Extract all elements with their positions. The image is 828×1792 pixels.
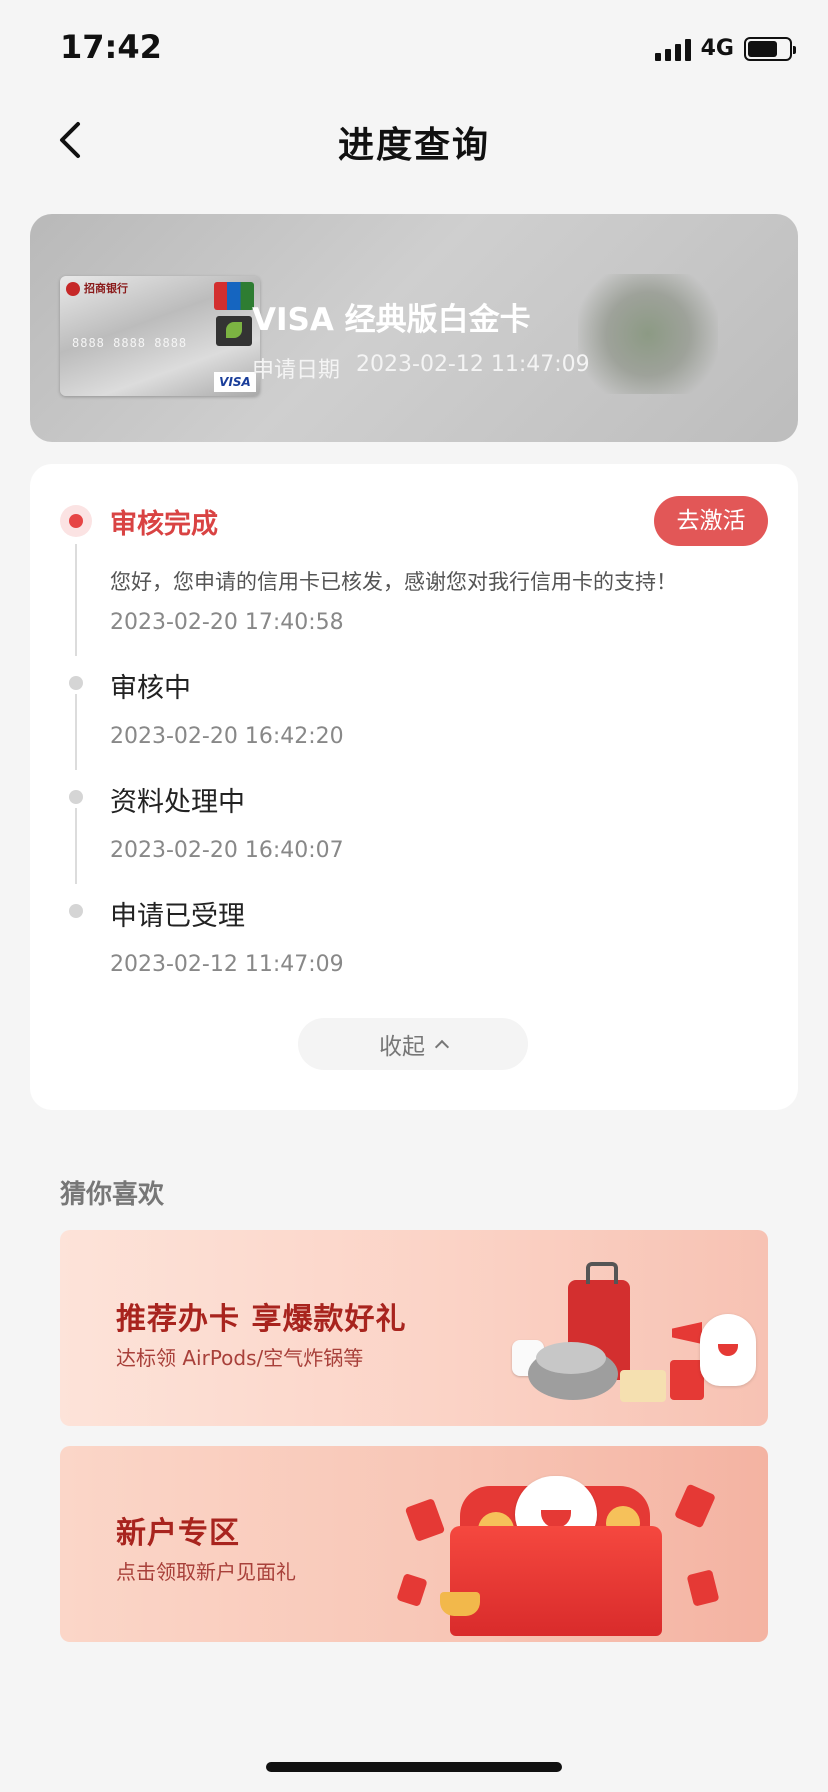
- home-indicator[interactable]: [266, 1762, 562, 1772]
- red-envelope-icon: [686, 1569, 720, 1607]
- red-envelope-icon: [404, 1497, 446, 1543]
- red-envelope-icon: [670, 1360, 704, 1400]
- gift-box-icon: [620, 1370, 666, 1402]
- blurred-decoration: [578, 274, 718, 394]
- promo-banner-card-referral[interactable]: 推荐办卡 享爆款好礼 达标领 AirPods/空气炸锅等: [60, 1230, 768, 1426]
- active-step-dot-icon: [60, 505, 92, 537]
- step-title: 申请已受理: [110, 901, 245, 932]
- timeline-line: [75, 694, 77, 770]
- step-time: 2023-02-20 16:42:20: [110, 724, 344, 749]
- red-envelope-icon: [396, 1572, 428, 1608]
- pan-lid-icon: [536, 1342, 606, 1374]
- section-title: 猜你喜欢: [60, 1180, 165, 1210]
- visa-logo: VISA: [214, 372, 256, 392]
- card-name: VISA 经典版白金卡: [252, 302, 531, 338]
- page-title: 进度查询: [337, 125, 490, 166]
- promo-banner-new-customer[interactable]: 新户专区 点击领取新户见面礼: [60, 1446, 768, 1642]
- step-description: 您好，您申请的信用卡已核发，感谢您对我行信用卡的支持！: [110, 570, 677, 594]
- timeline-line: [75, 544, 77, 656]
- step-time: 2023-02-12 11:47:09: [110, 952, 344, 977]
- status-time: 17:42: [60, 28, 162, 66]
- network-type: 4G: [700, 36, 734, 61]
- chevron-up-icon: [434, 1039, 450, 1055]
- megaphone-icon: [672, 1322, 702, 1344]
- bank-logo-icon: [66, 282, 80, 296]
- nav-bar: 进度查询: [0, 100, 828, 180]
- promo-title: 推荐办卡 享爆款好礼: [116, 1302, 407, 1337]
- status-indicators: 4G: [654, 36, 796, 61]
- step-title: 审核中: [110, 673, 191, 704]
- promo-subtitle: 达标领 AirPods/空气炸锅等: [116, 1346, 364, 1370]
- promo-subtitle: 点击领取新户见面礼: [116, 1560, 296, 1584]
- step-time: 2023-02-20 17:40:58: [110, 610, 344, 635]
- apply-date-value: 2023-02-12 11:47:09: [356, 352, 590, 377]
- step-title: 资料处理中: [110, 787, 245, 818]
- unionpay-icon: [214, 282, 254, 310]
- activate-button[interactable]: 去激活: [654, 496, 768, 546]
- step-dot-icon: [69, 904, 83, 918]
- card-banner[interactable]: 招商银行 8888 8888 8888 VISA VISA 经典版白金卡 申请日…: [30, 214, 798, 442]
- signal-icon: [654, 37, 691, 61]
- collapse-button[interactable]: 收起: [298, 1018, 528, 1070]
- timeline-line: [75, 808, 77, 884]
- big-red-envelope-icon: [450, 1526, 662, 1636]
- apply-date-label: 申请日期: [252, 358, 341, 383]
- battery-icon: [744, 36, 796, 61]
- bank-name: 招商银行: [84, 282, 128, 295]
- cat-mascot-icon: [700, 1314, 756, 1386]
- hologram-icon: [216, 316, 252, 346]
- progress-timeline: 审核完成 去激活 您好，您申请的信用卡已核发，感谢您对我行信用卡的支持！ 202…: [30, 464, 798, 1110]
- step-dot-icon: [69, 676, 83, 690]
- status-bar: 17:42 4G: [0, 0, 828, 100]
- red-envelope-icon: [673, 1483, 717, 1529]
- card-number: 8888 8888 8888: [72, 336, 188, 350]
- step-dot-icon: [69, 790, 83, 804]
- step-time: 2023-02-20 16:40:07: [110, 838, 344, 863]
- gold-ingot-icon: [440, 1592, 480, 1616]
- card-apply-date: 申请日期 2023-02-12 11:47:09: [252, 352, 590, 384]
- collapse-label: 收起: [379, 1034, 425, 1060]
- card-image: 招商银行 8888 8888 8888 VISA: [60, 276, 260, 396]
- promo-title: 新户专区: [116, 1516, 240, 1551]
- step-title: 审核完成: [110, 509, 218, 540]
